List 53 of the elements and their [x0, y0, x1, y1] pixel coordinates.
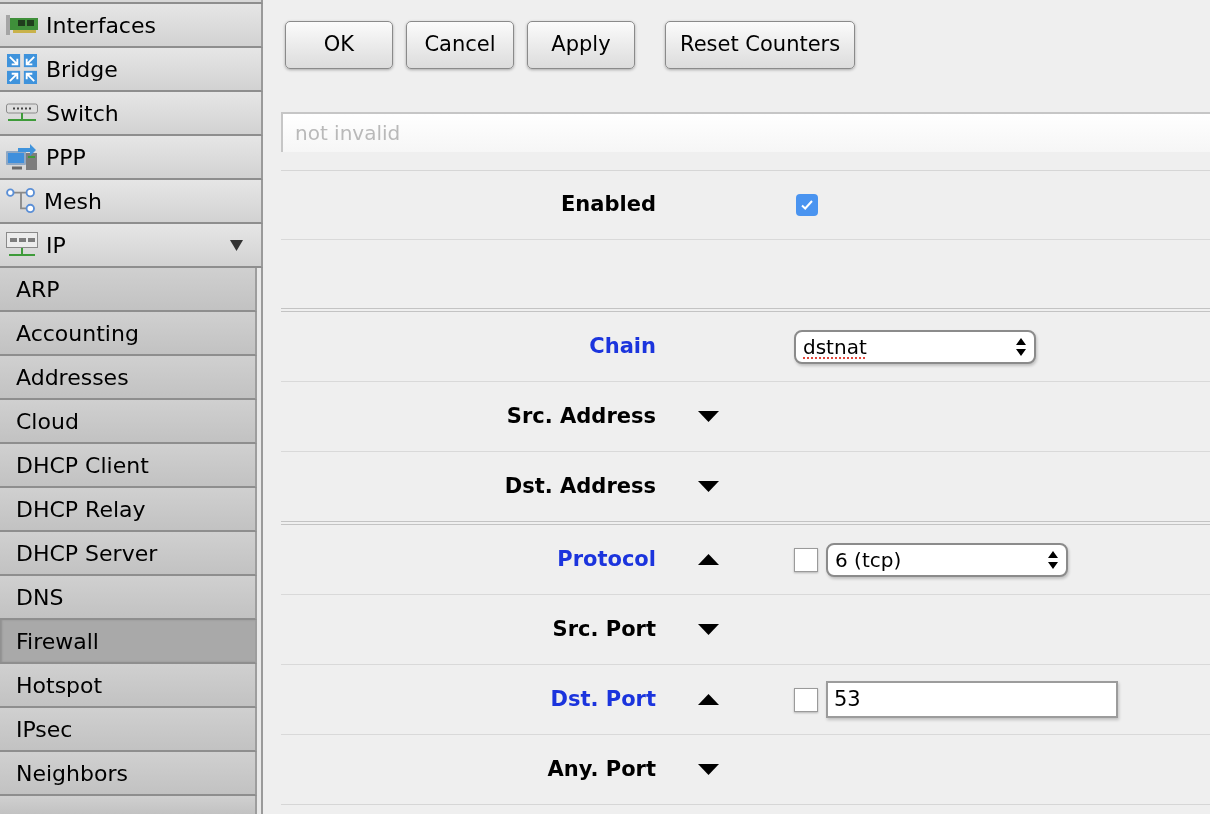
caret-up-icon[interactable]	[698, 554, 719, 565]
arrows-icon	[6, 54, 38, 84]
sidebar-item[interactable]: DNS	[0, 576, 257, 620]
sidebar-item[interactable]: DHCP Client	[0, 444, 257, 488]
checkbox[interactable]	[794, 547, 818, 572]
sidebar-item[interactable]: DHCP Server	[0, 532, 257, 576]
network-box-icon	[6, 232, 38, 258]
caret-down-icon[interactable]	[698, 624, 719, 635]
caret-down-icon[interactable]	[698, 764, 719, 775]
field-label: Dst. Port	[550, 685, 656, 713]
caret-up-icon[interactable]	[698, 694, 719, 705]
toolbar-button[interactable]: OK	[285, 21, 393, 69]
toolbar-button[interactable]: Reset Counters	[665, 21, 856, 69]
toolbar-button[interactable]: Cancel	[406, 21, 514, 69]
up-down-arrows-icon	[1048, 549, 1058, 570]
caret-down-icon[interactable]	[230, 239, 243, 251]
checkmark-icon	[801, 200, 813, 210]
sidebar-item[interactable]: Mesh	[0, 180, 263, 224]
field-label: Src. Port	[552, 615, 656, 643]
field-label: Any. Port	[547, 755, 656, 783]
caret-down-icon[interactable]	[698, 411, 719, 422]
sidebar-item[interactable]: IP	[0, 224, 263, 268]
up-down-arrows-icon	[1016, 336, 1026, 357]
checkbox[interactable]	[794, 687, 818, 712]
field-label: Protocol	[557, 545, 656, 573]
sidebar-item[interactable]: Interfaces	[0, 4, 263, 48]
connected-circles-icon	[6, 188, 36, 214]
sidebar-item[interactable]: Accounting	[0, 312, 257, 356]
checkbox[interactable]	[796, 194, 818, 216]
toolbar-button[interactable]: Apply	[527, 21, 635, 69]
field-label: Dst. Address	[504, 472, 656, 500]
sidebar-item[interactable]: Bridge	[0, 48, 263, 92]
select-field[interactable]: dstnat	[794, 329, 1036, 364]
network-card-icon	[6, 15, 38, 35]
sidebar-item[interactable]: PPP	[0, 136, 263, 180]
select-field[interactable]: 6 (tcp)	[826, 542, 1068, 577]
sidebar-item[interactable]: Neighbors	[0, 752, 257, 796]
sidebar-item[interactable]: IPsec	[0, 708, 257, 752]
field-label: Chain	[589, 332, 656, 360]
text-field[interactable]: 53	[826, 681, 1118, 718]
comment-field[interactable]: not invalid	[281, 112, 1210, 152]
sidebar-item[interactable]: Firewall	[0, 620, 257, 664]
switch-icon	[6, 103, 38, 123]
sidebar-item[interactable]: Cloud	[0, 400, 257, 444]
field-label: Src. Address	[506, 402, 656, 430]
sidebar-item[interactable]: DHCP Relay	[0, 488, 257, 532]
sidebar-item[interactable]: ARP	[0, 268, 257, 312]
sidebar-item[interactable]: Hotspot	[0, 664, 257, 708]
field-label: Enabled	[561, 191, 656, 219]
sidebar-item[interactable]: Addresses	[0, 356, 257, 400]
caret-down-icon[interactable]	[698, 481, 719, 492]
monitor-icon	[6, 143, 38, 171]
sidebar-item[interactable]: Switch	[0, 92, 263, 136]
